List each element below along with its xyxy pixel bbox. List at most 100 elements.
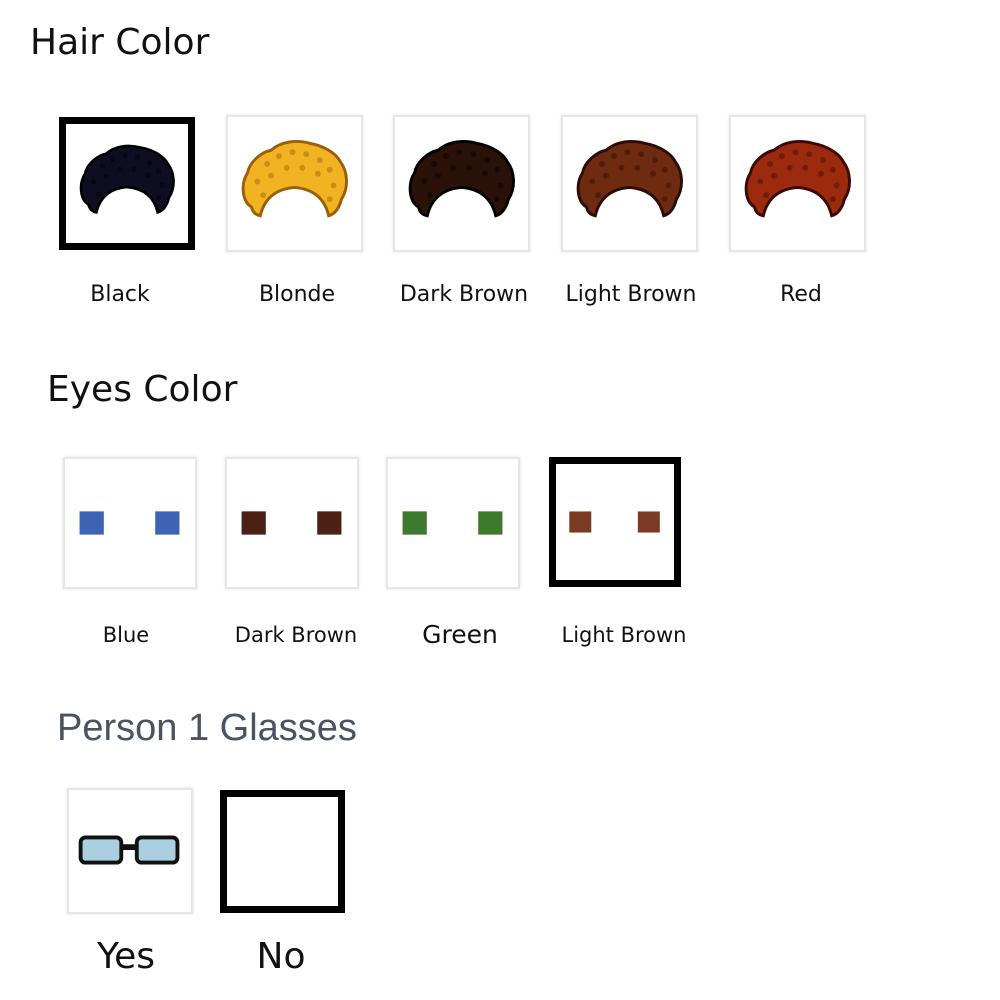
hair-curl: [435, 172, 441, 179]
hair-curl: [117, 166, 123, 173]
hair-option-black[interactable]: [59, 117, 195, 250]
hair-curl: [303, 151, 310, 158]
hair-color-heading: Hair Color: [30, 22, 210, 63]
hair-option-light-brown[interactable]: [561, 115, 698, 252]
eyes-color-heading: Eyes Color: [47, 369, 238, 410]
hair-curl: [147, 159, 153, 166]
left-eye: [402, 511, 427, 535]
hair-curl: [829, 166, 836, 173]
hair-curl: [456, 149, 463, 156]
hair-curl: [634, 164, 641, 171]
hair-curl: [595, 192, 602, 199]
hair-curl: [757, 178, 764, 185]
hair-curl: [661, 166, 668, 173]
hair-curl: [833, 182, 840, 189]
hair-curl: [275, 153, 282, 160]
hair-curl: [466, 164, 473, 171]
hair-curl: [315, 170, 321, 177]
glasses-heading: Person 1 Glasses: [57, 707, 357, 749]
hair-curl: [131, 166, 137, 173]
left-eye: [241, 511, 266, 535]
glasses-option-yes[interactable]: [67, 788, 193, 914]
hair-curl: [122, 152, 128, 159]
hair-curl: [818, 170, 824, 177]
hair-curl: [299, 164, 306, 171]
hair-curl: [778, 153, 785, 160]
eye-label-dark-brown: Dark Brown: [234, 623, 358, 647]
hair-curl: [482, 170, 488, 177]
eye-option-dark-brown[interactable]: [225, 457, 359, 589]
hair-curl: [589, 178, 596, 185]
left-eye: [79, 511, 104, 535]
hair-curl: [283, 164, 290, 171]
hair-curl: [427, 192, 434, 199]
hair-curl: [268, 172, 274, 179]
hair-curl: [326, 166, 333, 173]
right-eye: [317, 511, 342, 535]
hair-option-blonde[interactable]: [226, 115, 363, 252]
black-hair-icon: [79, 144, 175, 215]
dark-brown-eyes-icon: [241, 511, 342, 535]
glasses-option-no[interactable]: [220, 790, 345, 913]
hair-curl: [483, 157, 490, 163]
hair-curl: [103, 173, 109, 180]
hair-curl: [134, 154, 141, 160]
red-hair-icon: [744, 140, 851, 218]
hair-curl: [254, 178, 261, 185]
glasses-label-no: No: [256, 936, 306, 977]
hair-curl: [264, 161, 271, 167]
right-eye: [637, 511, 660, 533]
eye-option-green[interactable]: [386, 457, 520, 589]
hair-curl: [806, 151, 813, 158]
hair-curl: [650, 170, 656, 177]
eye-option-light-brown[interactable]: [549, 457, 681, 587]
left-eye: [569, 511, 592, 533]
dark-brown-hair-icon: [408, 140, 515, 218]
hair-curl: [786, 164, 793, 171]
hair-curl: [638, 151, 645, 158]
hair-curl: [145, 172, 151, 178]
hair-curl: [599, 161, 606, 167]
hair-curl: [91, 179, 97, 185]
hair-curl: [618, 164, 625, 171]
hair-curl: [771, 172, 777, 179]
hair-curl: [767, 161, 774, 167]
right-eye: [478, 511, 503, 535]
hair-label-light-brown: Light Brown: [565, 282, 697, 307]
hair-curl: [624, 149, 631, 156]
eye-label-green: Green: [422, 620, 498, 649]
blonde-hair-icon: [241, 140, 348, 218]
eye-label-blue: Blue: [102, 623, 150, 647]
hair-curl: [159, 182, 165, 188]
right-eye: [155, 511, 180, 535]
light-brown-hair-icon: [576, 140, 683, 218]
hair-option-red[interactable]: [729, 115, 866, 252]
glasses-label-yes: Yes: [96, 936, 156, 977]
hair-curl: [661, 196, 668, 203]
hair-curl: [470, 151, 477, 158]
light-brown-eyes-icon: [569, 511, 660, 533]
hair-label-black: Black: [90, 282, 150, 307]
hair-curl: [802, 164, 809, 171]
hair-curl: [289, 149, 296, 156]
hair-curl: [99, 163, 106, 169]
hair-curl: [155, 168, 162, 174]
hair-curl: [421, 178, 428, 185]
glasses-icon: [78, 835, 180, 865]
left-lens: [78, 835, 124, 865]
hair-label-dark-brown: Dark Brown: [399, 282, 529, 307]
hair-curl: [493, 166, 500, 173]
hair-curl: [155, 194, 162, 201]
hair-option-dark-brown[interactable]: [393, 115, 530, 252]
hair-curl: [326, 196, 333, 203]
eye-option-blue[interactable]: [63, 457, 197, 589]
eye-label-light-brown: Light Brown: [561, 623, 687, 647]
hair-curl: [330, 182, 337, 189]
hair-curl: [431, 161, 438, 167]
glasses-bridge: [121, 844, 137, 851]
hair-curl: [829, 196, 836, 203]
hair-curl: [450, 164, 457, 171]
hair-curl: [603, 172, 609, 179]
hair-curl: [497, 182, 504, 189]
hair-curl: [260, 192, 267, 199]
